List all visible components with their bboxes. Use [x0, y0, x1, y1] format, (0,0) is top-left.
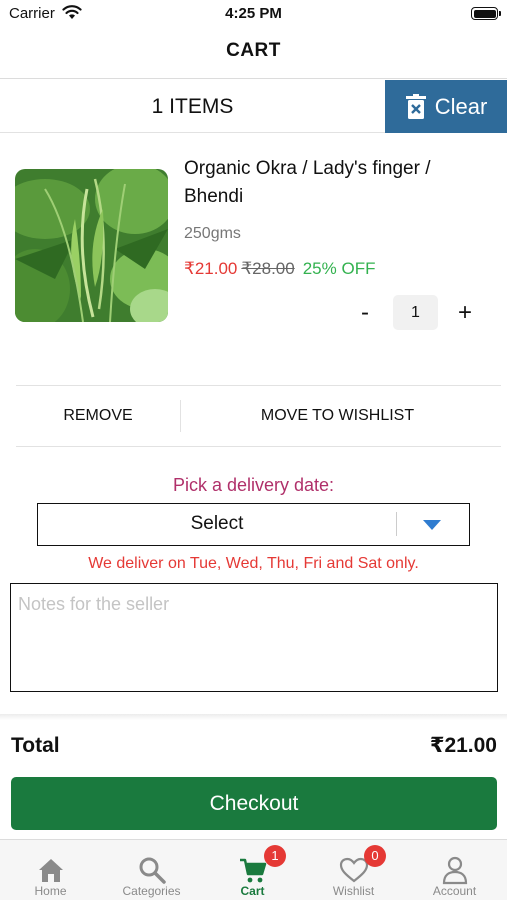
page-title: CART	[226, 40, 281, 61]
caret-down-icon	[423, 520, 441, 530]
tab-label: Home	[34, 884, 67, 898]
tab-bar: Home Categories 1 Cart 0 Wishlist Accoun…	[0, 839, 507, 900]
user-icon	[442, 856, 467, 885]
quantity-increase-button[interactable]: +	[452, 297, 478, 329]
home-icon	[38, 859, 63, 882]
tab-label: Wishlist	[332, 884, 375, 898]
product-name[interactable]: Organic Okra / Lady's finger / Bhendi	[184, 155, 484, 211]
checkout-button[interactable]: Checkout	[11, 777, 497, 830]
quantity-value: 1	[393, 295, 438, 330]
status-bar: Carrier 4:25 PM	[0, 0, 507, 30]
cart-header: 1 ITEMS Clear	[0, 80, 507, 133]
clear-label: Clear	[434, 93, 488, 119]
total-label: Total	[11, 734, 60, 757]
tab-categories[interactable]: Categories	[101, 840, 202, 900]
tab-account[interactable]: Account	[404, 840, 505, 900]
delivery-date-label: Pick a delivery date:	[172, 475, 335, 495]
discount-label: 25% OFF	[302, 259, 376, 278]
delivery-date-value: Select	[190, 513, 244, 534]
tab-label: Categories	[122, 884, 181, 898]
move-to-wishlist-button[interactable]: MOVE TO WISHLIST	[181, 386, 494, 446]
divider	[16, 446, 501, 447]
tab-cart[interactable]: 1 Cart	[202, 840, 303, 900]
delivery-days-note: We deliver on Tue, Wed, Thu, Fri and Sat…	[88, 555, 419, 572]
trash-icon	[405, 93, 426, 119]
items-count: 1 ITEMS	[151, 95, 234, 118]
cart-icon	[239, 858, 266, 883]
delivery-date-select[interactable]: Select	[37, 503, 470, 546]
okra-image	[15, 169, 168, 322]
product-weight: 250gms	[184, 225, 241, 242]
current-price: ₹21.00	[184, 259, 238, 278]
summary-divider	[0, 714, 507, 720]
seller-notes-field[interactable]	[10, 583, 498, 692]
search-icon	[139, 857, 166, 884]
select-separator	[396, 512, 397, 536]
battery-cap	[499, 11, 501, 16]
status-time: 4:25 PM	[225, 5, 282, 22]
price-row: ₹21.00 ₹28.00 25% OFF	[184, 259, 375, 279]
total-value: ₹21.00	[429, 734, 497, 757]
product-image[interactable]	[15, 169, 168, 322]
tab-label: Cart	[240, 884, 265, 898]
clear-cart-button[interactable]: Clear	[385, 80, 507, 133]
original-price: ₹28.00	[241, 259, 295, 278]
wishlist-count-badge: 0	[364, 845, 386, 867]
remove-button[interactable]: REMOVE	[16, 386, 180, 446]
tab-home[interactable]: Home	[0, 840, 101, 900]
tab-label: Account	[432, 884, 477, 898]
nav-divider	[0, 78, 507, 79]
battery-icon	[471, 7, 498, 20]
quantity-decrease-button[interactable]: -	[352, 297, 378, 329]
tab-wishlist[interactable]: 0 Wishlist	[303, 840, 404, 900]
cart-count-badge: 1	[264, 845, 286, 867]
